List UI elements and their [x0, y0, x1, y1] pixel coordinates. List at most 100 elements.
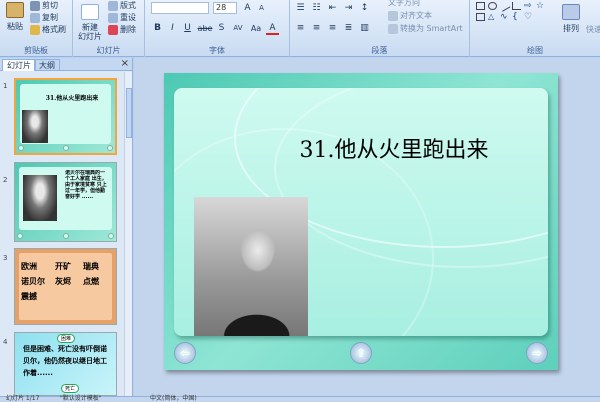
triangle-shape-icon[interactable]: △ — [488, 13, 497, 21]
align-center-icon[interactable]: ≡ — [310, 22, 323, 35]
next-arrow-icon[interactable]: ⇨ — [526, 342, 548, 364]
reset-icon — [108, 12, 118, 23]
bold-button[interactable]: B — [151, 22, 164, 35]
line-spacing-icon[interactable]: ↕ — [358, 2, 371, 15]
delete-slide-button[interactable]: 删除 — [108, 24, 136, 35]
slides-group-label: 幻灯片 — [96, 46, 121, 55]
thumb-nav-dots — [16, 145, 115, 151]
slide-number: 2 — [3, 176, 8, 184]
heart-shape-icon[interactable]: ♡ — [524, 13, 533, 22]
close-panel-icon[interactable]: × — [121, 58, 129, 69]
slide-thumbnail-3[interactable]: 欧洲 开矿 瑞典 诺贝尔 灰烬 点燃 震撼 — [14, 248, 117, 325]
layout-label: 版式 — [120, 1, 136, 10]
font-group: 28 A A B I U abe S AV Aa A 字体 — [145, 0, 290, 57]
slide-editor: 31.他从火里跑出来 ⇦ ⇧ ⇨ — [134, 58, 600, 396]
grow-font-icon[interactable]: A — [241, 2, 254, 15]
arrange-button[interactable]: 排列 — [560, 4, 582, 34]
justify-icon[interactable]: ≣ — [342, 22, 355, 35]
copy-button[interactable]: 复制 — [30, 12, 58, 23]
thumb-portrait — [22, 110, 48, 143]
elbow-shape-icon[interactable] — [512, 2, 521, 10]
reset-button[interactable]: 重设 — [108, 12, 136, 23]
slide-title[interactable]: 31.他从火里跑出来 — [264, 132, 524, 164]
shadow-button[interactable]: S — [215, 22, 228, 35]
thumb-word: 开矿 — [55, 262, 71, 271]
nav-dot — [62, 145, 69, 151]
status-slide-info: 幻灯片 1/17 — [6, 395, 40, 402]
align-text-button[interactable]: 对齐文本 — [388, 10, 432, 21]
thumb-bubble: 死亡 — [61, 384, 80, 393]
home-arrow-icon[interactable]: ⇧ — [350, 342, 372, 364]
layout-icon — [108, 0, 118, 11]
star-shape-icon[interactable]: ☆ — [536, 2, 545, 11]
tab-outline[interactable]: 大纲 — [34, 59, 60, 71]
line-shape-icon[interactable] — [498, 0, 511, 12]
brush-icon — [30, 24, 40, 35]
increase-indent-icon[interactable]: ⇥ — [342, 2, 355, 15]
quick-styles-label: 快速 — [586, 25, 600, 34]
font-name-combo[interactable] — [151, 2, 209, 14]
change-case-button[interactable]: Aa — [248, 22, 264, 35]
oval-shape-icon[interactable] — [488, 2, 497, 10]
nav-dot — [62, 233, 69, 239]
spacing-button[interactable]: AV — [230, 22, 246, 35]
thumb-nav-dots — [15, 233, 116, 239]
slide-thumbnail-4[interactable]: 困难 但是困难、死亡没有吓倒诺贝尔，他仍然夜以继日地工作着...... 死亡 — [14, 332, 117, 396]
align-right-icon[interactable]: ≡ — [326, 22, 339, 35]
thumb-word: 震撼 — [21, 292, 37, 301]
tab-slides[interactable]: 幻灯片 — [2, 59, 36, 71]
font-color-button[interactable]: A — [266, 22, 279, 35]
paragraph-group: ☰ ☷ ⇤ ⇥ ↕ ≡ ≡ ≡ ≣ ▥ 文字方向 对齐文本 转换为 SmartA… — [290, 0, 470, 57]
panel-tabs: 幻灯片 大纲 × — [0, 58, 132, 71]
layout-button[interactable]: 版式 — [108, 0, 136, 11]
slides-group: 新建 幻灯片 版式 重设 删除 幻灯片 — [73, 0, 145, 57]
thumb-word: 瑞典 — [83, 262, 99, 271]
slide-thumbnail-1[interactable]: 31.他从火里跑出来 — [14, 78, 117, 155]
decrease-indent-icon[interactable]: ⇤ — [326, 2, 339, 15]
nav-dot — [107, 145, 113, 151]
drawing-group: ⇨ ☆ △ ∿ { ♡ 排列 快速 绘图 — [470, 0, 600, 57]
slide-thumbnail-2[interactable]: 诺贝尔在瑞典的一个工人家庭 出生，由于家境贫寒 只上过一年学，但他勤奋好学 ..… — [14, 162, 117, 242]
rect2-shape-icon[interactable] — [476, 13, 485, 21]
new-slide-button[interactable]: 新建 幻灯片 — [77, 4, 103, 41]
font-size-combo[interactable]: 28 — [213, 2, 237, 14]
copy-icon — [30, 12, 40, 23]
arrow-shape-icon[interactable]: ⇨ — [524, 2, 533, 11]
nav-dot — [108, 233, 114, 239]
paste-label: 粘贴 — [7, 22, 23, 31]
delete-label: 删除 — [120, 25, 136, 34]
shrink-font-icon[interactable]: A — [255, 2, 268, 15]
strike-button[interactable]: abe — [196, 22, 214, 35]
paste-button[interactable]: 粘贴 — [4, 2, 26, 32]
cut-button[interactable]: 剪切 — [30, 0, 58, 11]
slide-number: 4 — [3, 338, 8, 346]
status-language: 中文(简体，中国) — [150, 395, 197, 402]
columns-icon[interactable]: ▥ — [358, 22, 371, 35]
rectangle-shape-icon[interactable] — [476, 2, 485, 10]
format-painter-button[interactable]: 格式刷 — [30, 24, 66, 35]
panel-scrollbar[interactable] — [124, 72, 132, 396]
curve-shape-icon[interactable]: ∿ — [500, 13, 509, 22]
underline-button[interactable]: U — [181, 22, 194, 35]
scroll-thumb[interactable] — [126, 88, 132, 138]
scissors-icon — [30, 0, 40, 11]
brace-shape-icon[interactable]: { — [512, 13, 521, 22]
numbering-icon[interactable]: ☷ — [310, 2, 323, 15]
paste-icon — [6, 2, 24, 18]
prev-arrow-icon[interactable]: ⇦ — [174, 342, 196, 364]
portrait-photo[interactable] — [194, 197, 308, 336]
slide-content-panel: 31.他从火里跑出来 — [174, 88, 548, 336]
clipboard-group-label: 剪贴板 — [24, 46, 48, 55]
current-slide[interactable]: 31.他从火里跑出来 ⇦ ⇧ ⇨ — [164, 73, 558, 370]
text-direction-button[interactable]: 文字方向 — [388, 0, 420, 8]
status-theme: "默认设计模板" — [60, 395, 102, 402]
status-bar: 幻灯片 1/17 "默认设计模板" 中文(简体，中国) — [0, 396, 600, 402]
delete-icon — [108, 24, 118, 35]
quick-styles-button[interactable]: 快速 — [586, 24, 600, 35]
thumb-word: 欧洲 — [21, 262, 37, 271]
bullets-icon[interactable]: ☰ — [294, 2, 307, 15]
thumb-text: 诺贝尔在瑞典的一个工人家庭 出生，由于家境贫寒 只上过一年学，但他勤奋好学 ..… — [65, 170, 107, 200]
italic-button[interactable]: I — [166, 22, 179, 35]
smartart-button[interactable]: 转换为 SmartArt — [388, 23, 463, 34]
align-left-icon[interactable]: ≡ — [294, 22, 307, 35]
